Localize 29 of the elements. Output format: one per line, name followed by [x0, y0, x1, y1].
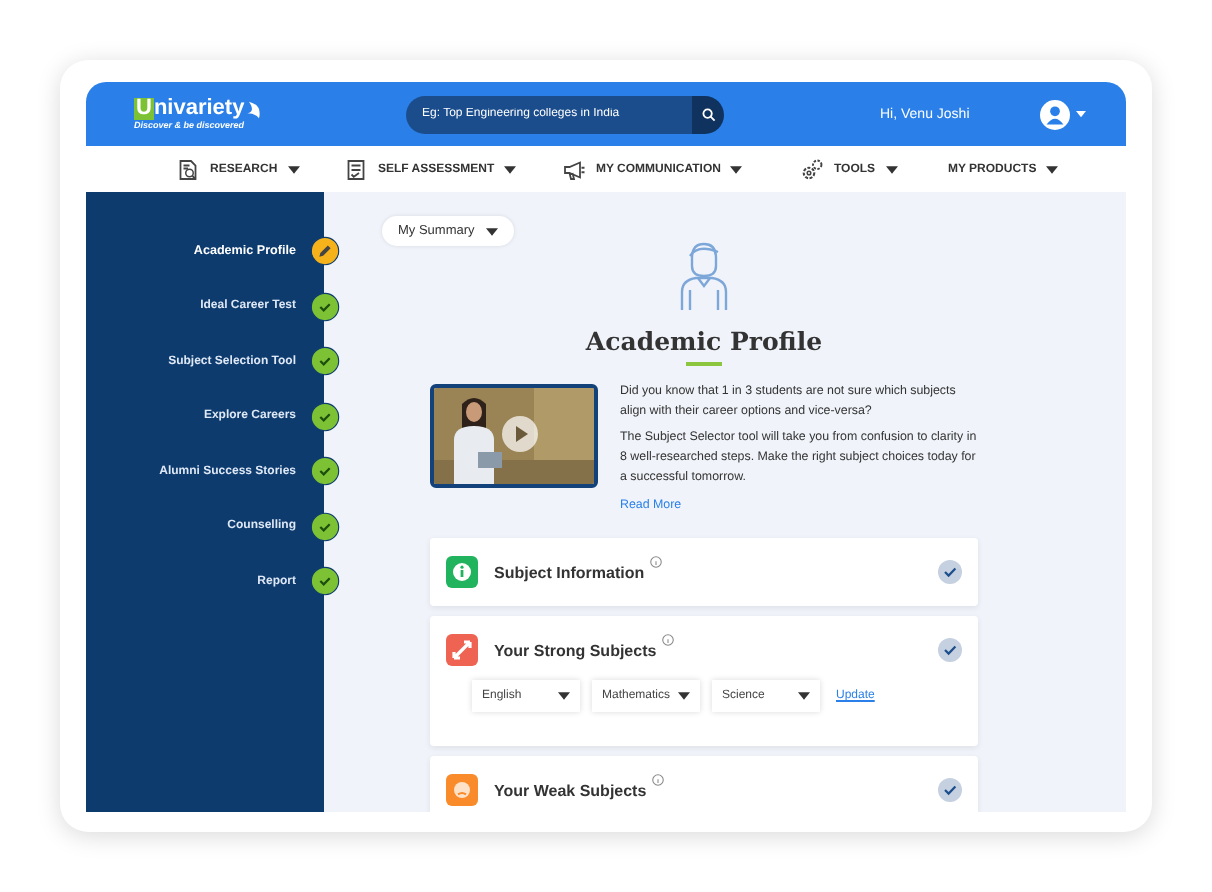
- section-title: Subject Information: [494, 563, 645, 581]
- student-icon: [676, 240, 732, 312]
- caret-icon: [558, 692, 570, 700]
- search-icon: [701, 107, 715, 121]
- document-search-icon: [176, 157, 200, 181]
- caret-icon: [678, 692, 690, 700]
- caret-icon: [1046, 165, 1059, 173]
- caret-icon: [885, 165, 898, 173]
- section-title: Your Weak Subjects: [494, 781, 647, 799]
- logo-text: nivariety: [153, 98, 245, 120]
- caret-icon: [287, 165, 300, 173]
- caret-icon: [798, 692, 810, 700]
- section-title: Your Strong Subjects: [494, 641, 657, 659]
- play-icon[interactable]: [502, 416, 538, 452]
- logo-mark: U: [134, 98, 154, 120]
- avatar-icon[interactable]: [1040, 99, 1070, 129]
- caret-icon: [730, 165, 743, 173]
- caret-icon: [504, 165, 517, 173]
- info-icon: [650, 556, 663, 568]
- page-title: Academic Profile: [585, 326, 823, 356]
- checklist-icon: [344, 157, 368, 181]
- gears-icon: [800, 157, 824, 181]
- caret-icon: [486, 227, 499, 235]
- search-button[interactable]: [692, 95, 724, 133]
- info-icon: [662, 634, 675, 646]
- caret-icon: [1076, 110, 1086, 118]
- swoosh-icon: [244, 99, 265, 119]
- info-icon: [652, 774, 665, 786]
- megaphone-icon: [562, 157, 586, 181]
